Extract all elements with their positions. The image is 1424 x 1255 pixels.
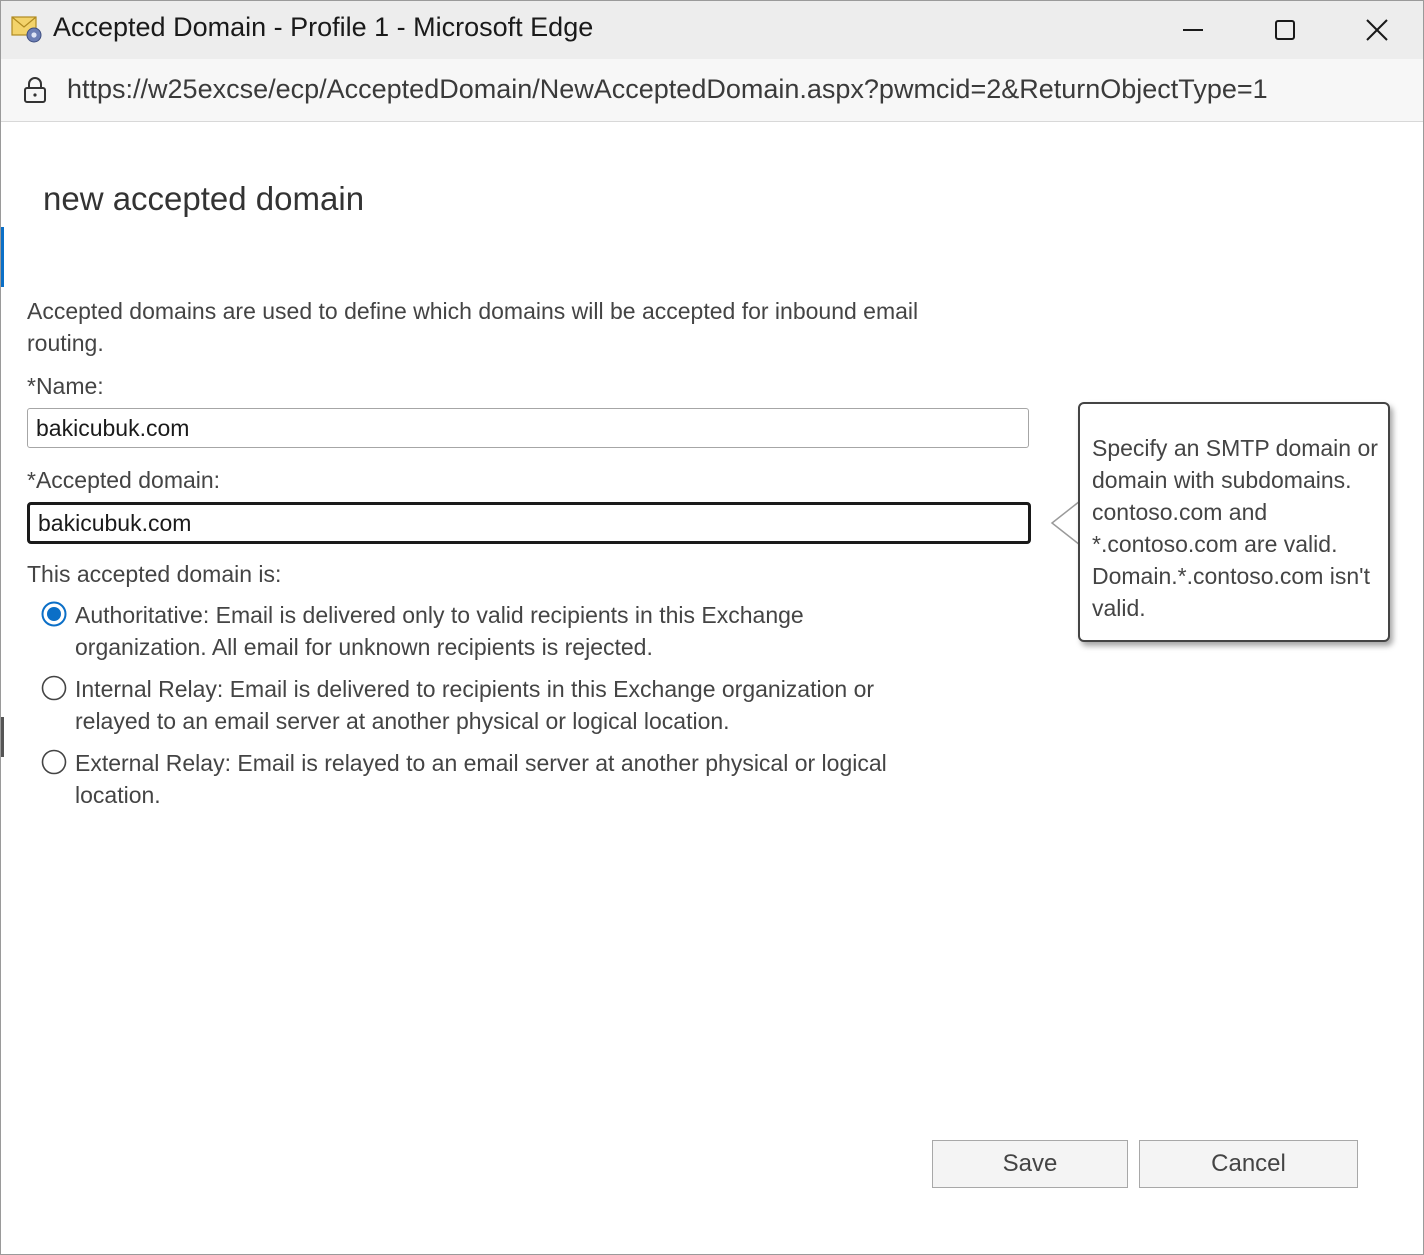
title-bar: Accepted Domain - Profile 1 - Microsoft … xyxy=(1,1,1423,59)
help-tooltip: Specify an SMTP domain or domain with su… xyxy=(1078,402,1390,642)
maximize-button[interactable] xyxy=(1255,7,1315,53)
browser-window: Accepted Domain - Profile 1 - Microsoft … xyxy=(0,0,1424,1255)
save-button[interactable]: Save xyxy=(932,1140,1128,1188)
radio-unselected-icon[interactable] xyxy=(41,675,67,701)
close-button[interactable] xyxy=(1347,7,1407,53)
accepted-domain-label: *Accepted domain: xyxy=(27,467,221,493)
window-title: Accepted Domain - Profile 1 - Microsoft … xyxy=(53,12,594,42)
name-label: *Name: xyxy=(27,373,104,399)
name-input[interactable] xyxy=(27,408,1029,448)
accepted-domain-input[interactable] xyxy=(27,502,1031,544)
url-text[interactable]: https://w25excse/ecp/AcceptedDomain/NewA… xyxy=(67,74,1268,105)
intro-text: Accepted domains are used to define whic… xyxy=(27,298,919,356)
cancel-button[interactable]: Cancel xyxy=(1139,1140,1358,1188)
close-icon xyxy=(1366,19,1388,41)
side-accent-bar xyxy=(1,227,4,287)
lock-icon[interactable] xyxy=(21,76,49,104)
dialog-content: new accepted domain Accepted domains are… xyxy=(1,122,1423,1254)
radio-authoritative-label: Authoritative: Email is delivered only t… xyxy=(75,602,804,660)
exchange-mail-icon xyxy=(11,16,42,43)
radio-selected-icon[interactable] xyxy=(41,601,67,627)
domain-type-label: This accepted domain is: xyxy=(27,561,282,587)
page-title: new accepted domain xyxy=(43,180,365,217)
minimize-button[interactable] xyxy=(1163,7,1223,53)
radio-internal-relay-label: Internal Relay: Email is delivered to re… xyxy=(75,676,875,734)
side-accent-bar-secondary xyxy=(1,717,4,757)
minimize-icon xyxy=(1183,29,1203,31)
maximize-icon xyxy=(1275,20,1295,40)
radio-unselected-icon[interactable] xyxy=(41,749,67,775)
tooltip-text: Specify an SMTP domain or domain with su… xyxy=(1092,435,1378,621)
radio-external-relay-label: External Relay: Email is relayed to an e… xyxy=(75,750,887,808)
address-bar: https://w25excse/ecp/AcceptedDomain/NewA… xyxy=(1,59,1423,122)
